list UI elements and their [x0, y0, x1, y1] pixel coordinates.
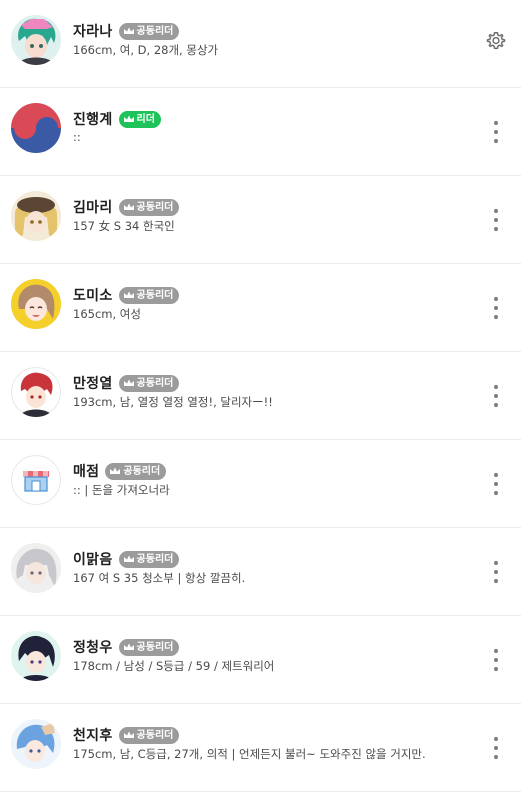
crown-icon — [123, 115, 134, 122]
co-leader-badge: 공동리더 — [105, 462, 167, 480]
more-vertical-icon[interactable] — [489, 649, 503, 671]
crown-icon — [123, 27, 134, 34]
member-row[interactable]: 만정열 공동리더 193cm, 남, 열정 열정 열정!, 달리자ー!! — [0, 352, 521, 440]
avatar-image — [11, 631, 61, 681]
member-description: 166cm, 여, D, 28개, 몽상가 — [73, 43, 219, 57]
badge-label: 공동리더 — [136, 377, 174, 389]
avatar-image — [11, 719, 61, 769]
co-leader-badge: 공동리더 — [118, 22, 180, 40]
member-row[interactable]: 이맑음 공동리더 167 여 S 35 청소부 | 항상 깔끔히. — [0, 528, 521, 616]
avatar-image — [11, 279, 61, 329]
member-description: 157 女 S 34 한국인 — [73, 219, 175, 233]
avatar-image — [11, 367, 61, 417]
gear-icon[interactable] — [485, 30, 507, 52]
name-line: 진행계 리더 — [73, 108, 161, 130]
name-line: 정청우 공동리더 — [73, 636, 180, 658]
crown-icon — [123, 203, 134, 210]
member-description: 178cm / 남성 / S등급 / 59 / 제트워리어 — [73, 659, 275, 673]
badge-label: 공동리더 — [136, 553, 174, 565]
member-list: 자라나 공동리더 166cm, 여, D, 28개, 몽상가 진행계 리더::… — [0, 0, 521, 792]
name-line: 만정열 공동리더 — [73, 372, 180, 394]
co-leader-badge: 공동리더 — [118, 726, 180, 744]
crown-icon — [123, 291, 134, 298]
member-row[interactable]: 정청우 공동리더 178cm / 남성 / S등급 / 59 / 제트워리어 — [0, 616, 521, 704]
badge-label: 공동리더 — [136, 201, 174, 213]
more-vertical-icon[interactable] — [489, 297, 503, 319]
co-leader-badge: 공동리더 — [118, 550, 180, 568]
member-description: 175cm, 남, C등급, 27개, 의적 | 언제든지 불러~ 도와주진 않… — [73, 747, 426, 761]
badge-label: 공동리더 — [136, 25, 174, 37]
avatar-image — [11, 543, 61, 593]
avatar[interactable] — [11, 543, 61, 593]
crown-icon — [110, 467, 121, 474]
member-name: 정청우 — [73, 640, 113, 656]
more-vertical-icon[interactable] — [489, 385, 503, 407]
crown-icon — [123, 379, 134, 386]
member-name: 이맑음 — [73, 552, 113, 568]
name-line: 도미소 공동리더 — [73, 284, 180, 306]
member-description: 165cm, 여성 — [73, 307, 141, 321]
member-name: 도미소 — [73, 288, 113, 304]
avatar[interactable] — [11, 279, 61, 329]
name-line: 이맑음 공동리더 — [73, 548, 180, 570]
co-leader-badge: 공동리더 — [118, 286, 180, 304]
badge-label: 공동리더 — [136, 289, 174, 301]
member-description: 167 여 S 35 청소부 | 항상 깔끔히. — [73, 571, 246, 585]
more-vertical-icon[interactable] — [489, 121, 503, 143]
avatar[interactable] — [11, 15, 61, 65]
name-line: 천지후 공동리더 — [73, 724, 180, 746]
member-name: 김마리 — [73, 200, 113, 216]
member-description: :: — [73, 130, 81, 144]
avatar-image — [11, 455, 61, 505]
member-row[interactable]: 매점 공동리더 :: | 돈을 가져오너라 — [0, 440, 521, 528]
avatar[interactable] — [11, 719, 61, 769]
avatar[interactable] — [11, 103, 61, 153]
member-row[interactable]: 도미소 공동리더 165cm, 여성 — [0, 264, 521, 352]
crown-icon — [123, 555, 134, 562]
co-leader-badge: 공동리더 — [118, 638, 180, 656]
avatar-image — [11, 103, 61, 153]
name-line: 김마리 공동리더 — [73, 196, 180, 218]
co-leader-badge: 공동리더 — [118, 198, 180, 216]
avatar-image — [11, 191, 61, 241]
member-description: 193cm, 남, 열정 열정 열정!, 달리자ー!! — [73, 395, 273, 409]
member-name: 매점 — [73, 464, 100, 480]
member-name: 자라나 — [73, 24, 113, 40]
crown-icon — [123, 731, 134, 738]
badge-label: 리더 — [136, 113, 155, 125]
avatar[interactable] — [11, 455, 61, 505]
more-vertical-icon[interactable] — [489, 561, 503, 583]
badge-label: 공동리더 — [123, 465, 161, 477]
avatar[interactable] — [11, 367, 61, 417]
member-row[interactable]: 김마리 공동리더 157 女 S 34 한국인 — [0, 176, 521, 264]
member-row[interactable]: 진행계 리더 :: — [0, 88, 521, 176]
leader-badge: 리더 — [118, 110, 161, 128]
more-vertical-icon[interactable] — [489, 209, 503, 231]
crown-icon — [123, 643, 134, 650]
member-description: :: | 돈을 가져오너라 — [73, 483, 170, 497]
more-vertical-icon[interactable] — [489, 737, 503, 759]
member-name: 만정열 — [73, 376, 113, 392]
co-leader-badge: 공동리더 — [118, 374, 180, 392]
avatar[interactable] — [11, 191, 61, 241]
member-name: 진행계 — [73, 112, 113, 128]
name-line: 자라나 공동리더 — [73, 20, 180, 42]
member-row[interactable]: 자라나 공동리더 166cm, 여, D, 28개, 몽상가 — [0, 0, 521, 88]
member-row[interactable]: 천지후 공동리더 175cm, 남, C등급, 27개, 의적 | 언제든지 불… — [0, 704, 521, 792]
name-line: 매점 공동리더 — [73, 460, 167, 482]
avatar[interactable] — [11, 631, 61, 681]
member-name: 천지후 — [73, 728, 113, 744]
avatar-image — [11, 15, 61, 65]
more-vertical-icon[interactable] — [489, 473, 503, 495]
badge-label: 공동리더 — [136, 729, 174, 741]
badge-label: 공동리더 — [136, 641, 174, 653]
